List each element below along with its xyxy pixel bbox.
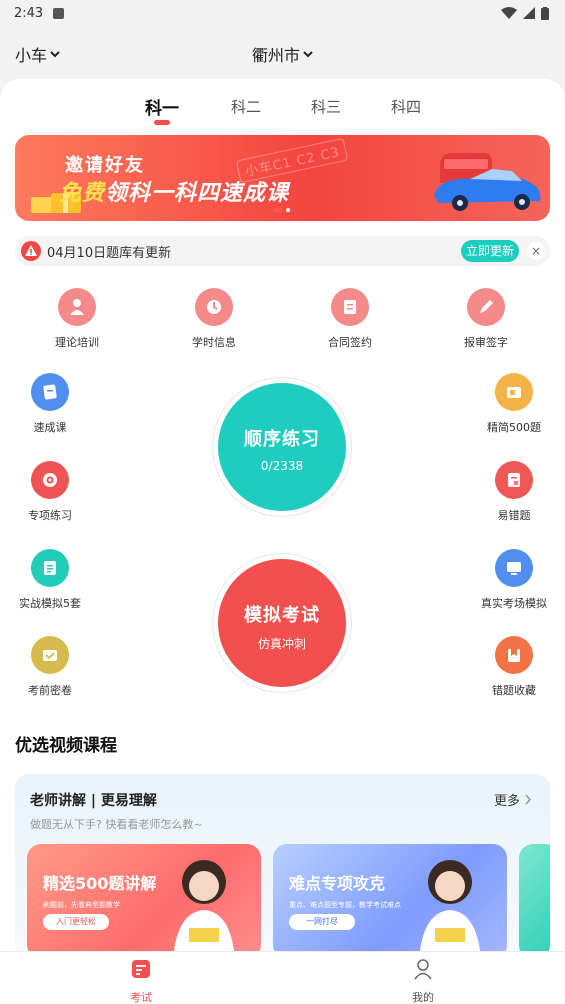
wifi-icon (501, 7, 517, 19)
tab-subject-2[interactable]: 科二 (216, 96, 276, 117)
exam-icon (132, 960, 150, 978)
tab-subject-3[interactable]: 科三 (296, 96, 356, 117)
subject-tabs: 科一 科二 科三 科四 (0, 96, 565, 128)
pagination-dot (286, 208, 290, 212)
banner-license-tag: 小车C1 C2 C3 (235, 137, 349, 184)
practice-progress: 0/2338 (260, 459, 304, 473)
target-icon (31, 461, 69, 499)
tab-subject-1[interactable]: 科一 (132, 94, 192, 119)
banner-pagination (273, 208, 290, 212)
clock-icon (195, 288, 233, 326)
feature-study-hours[interactable]: 学时信息 (164, 288, 264, 350)
feature-label: 专项练习 (28, 509, 72, 522)
course-desc: 刷题前，先看典型题教学 (43, 901, 120, 909)
main-card: 科一 科二 科三 科四 邀请好友 免费领科一科四速成课 小车C1 C2 C3 0… (0, 79, 565, 959)
feature-crash-course[interactable]: 速成课 (0, 373, 100, 435)
feature-label: 易错题 (497, 509, 531, 522)
feature-label: 报审签字 (464, 336, 508, 349)
feature-real-exam-sim[interactable]: 真实考场模拟 (464, 549, 564, 611)
mock-exam-button[interactable]: 模拟考试 仿真冲刺 (218, 559, 346, 687)
city-select-wrapper: 衢州市 (0, 42, 565, 66)
section-title: 优选视频课程 (15, 736, 117, 756)
feature-error-prone[interactable]: 易错题 (464, 461, 564, 523)
course-title: 精选500题讲解 (43, 874, 157, 893)
teacher-avatar (419, 860, 481, 959)
feature-label: 错题收藏 (492, 684, 536, 697)
bottom-nav: 考试 我的 (0, 951, 565, 1004)
course-card-partial[interactable] (519, 844, 550, 959)
top-bar: 小车 衢州市 (0, 30, 565, 74)
nav-mine[interactable]: 我的 (383, 958, 463, 1004)
nav-exam[interactable]: 考试 (101, 958, 181, 1004)
video-course-panel: 老师讲解 | 更易理解 更多 做题无从下手? 快看看老师怎么教~ 精选500题讲… (15, 774, 550, 959)
sequential-practice-button[interactable]: 顺序练习 0/2338 (218, 383, 346, 511)
banner-title: 邀请好友 (65, 155, 145, 176)
course-button[interactable]: 入门更轻松 (43, 914, 109, 930)
chevron-right-icon (525, 794, 532, 805)
banner-subtitle-rest: 领科一科四速成课 (105, 181, 290, 206)
signal-icon (523, 7, 535, 19)
nav-label: 我的 (412, 991, 434, 1004)
feature-special-practice[interactable]: 专项练习 (0, 461, 100, 523)
document-icon (31, 549, 69, 587)
feature-label: 速成课 (33, 421, 67, 434)
update-now-button[interactable]: 立即更新 (461, 240, 519, 262)
warning-icon (21, 241, 41, 261)
update-notice: 04月10日题库有更新 立即更新 × (15, 236, 550, 266)
feature-selected-500[interactable]: 精简500题 (464, 373, 564, 435)
feature-review-signature[interactable]: 报审签字 (436, 288, 536, 350)
pen-icon (467, 288, 505, 326)
notice-text: 04月10日题库有更新 (47, 246, 172, 261)
feature-label: 实战模拟5套 (19, 597, 81, 610)
notification-icon (53, 7, 65, 19)
feature-wrong-collection[interactable]: 错题收藏 (464, 636, 564, 698)
car-icon (434, 153, 541, 211)
chevron-down-icon (303, 51, 313, 58)
city-label: 衢州市 (251, 46, 300, 65)
teacher-avatar (173, 860, 235, 959)
nav-label: 考试 (130, 991, 152, 1004)
promo-banner[interactable]: 邀请好友 免费领科一科四速成课 小车C1 C2 C3 (15, 135, 550, 221)
feature-label: 理论培训 (55, 336, 99, 349)
card-icon (495, 373, 533, 411)
student-icon (58, 288, 96, 326)
city-select[interactable]: 衢州市 (252, 42, 313, 66)
course-card-500[interactable]: 精选500题讲解 刷题前，先看典型题教学 入门更轻松 (27, 844, 261, 959)
feature-theory-training[interactable]: 理论培训 (27, 288, 127, 350)
more-label: 更多 (494, 794, 521, 809)
course-card-difficult[interactable]: 难点专项攻克 重点、难点题型专题，教学考试难点 一网打尽 (273, 844, 507, 959)
user-icon (414, 959, 432, 980)
more-link[interactable]: 更多 (494, 790, 532, 809)
close-icon[interactable]: × (527, 242, 545, 260)
course-desc: 重点、难点题型专题，教学考试难点 (289, 901, 401, 909)
tab-indicator (154, 120, 170, 125)
feature-label: 精简500题 (487, 421, 541, 434)
panel-subtitle: 做题无从下手? 快看看老师怎么教~ (30, 818, 203, 831)
course-button[interactable]: 一网打尽 (289, 914, 355, 930)
panel-title: 老师讲解 | 更易理解 (30, 793, 157, 809)
error-book-icon (495, 461, 533, 499)
feature-mock-sets[interactable]: 实战模拟5套 (0, 549, 100, 611)
pagination-dot-active (273, 208, 283, 212)
feature-secret-papers[interactable]: 考前密卷 (0, 636, 100, 698)
book-icon (31, 373, 69, 411)
banner-highlight: 免费 (59, 181, 106, 206)
course-title: 难点专项攻克 (289, 874, 386, 893)
monitor-icon (495, 549, 533, 587)
tab-subject-4[interactable]: 科四 (376, 96, 436, 117)
battery-icon (541, 6, 549, 20)
exam-title: 模拟考试 (244, 605, 320, 626)
exam-subtitle: 仿真冲刺 (257, 637, 306, 651)
envelope-icon (31, 636, 69, 674)
contract-icon (331, 288, 369, 326)
feature-label: 合同签约 (328, 336, 372, 349)
status-time: 2:43 (14, 5, 44, 21)
practice-title: 顺序练习 (244, 429, 320, 450)
feature-contract-signing[interactable]: 合同签约 (300, 288, 400, 350)
status-bar: 2:43 (0, 0, 565, 26)
feature-label: 学时信息 (192, 336, 236, 349)
bookmark-icon (495, 636, 533, 674)
feature-label: 真实考场模拟 (481, 597, 547, 610)
feature-label: 考前密卷 (28, 684, 72, 697)
